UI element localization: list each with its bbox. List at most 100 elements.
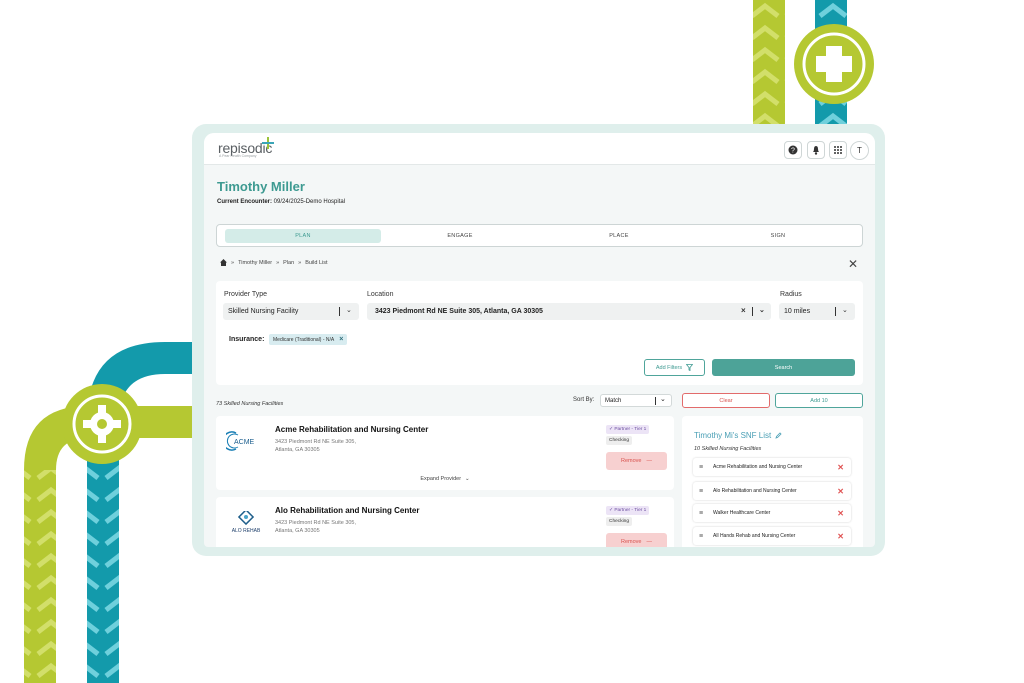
- insurance-chip: Medicare (Traditional) - N/A ×: [269, 334, 348, 345]
- provider-address-line2: Atlanta, GA 30305: [275, 447, 320, 453]
- list-item-label: Alo Rehabilitation and Nursing Center: [713, 488, 797, 494]
- chevron-down-icon: ⌄: [842, 307, 848, 314]
- logo-mark-icon: [262, 137, 274, 149]
- list-item[interactable]: ≡ Acme Rehabilitation and Nursing Center…: [693, 458, 851, 476]
- provider-address-line1: 3423 Piedmont Rd NE Suite 305,: [275, 520, 357, 526]
- drag-handle-icon[interactable]: ≡: [699, 510, 708, 517]
- provider-name[interactable]: Acme Rehabilitation and Nursing Center: [275, 425, 428, 434]
- clear-button[interactable]: Clear: [682, 393, 770, 408]
- location-label: Location: [367, 291, 394, 298]
- home-icon[interactable]: [220, 259, 227, 266]
- drag-handle-icon[interactable]: ≡: [699, 464, 708, 471]
- add-10-button[interactable]: Add 10: [775, 393, 863, 408]
- breadcrumb-separator-icon: »: [276, 259, 280, 266]
- remove-button[interactable]: Remove —: [606, 452, 667, 470]
- snf-list-panel: Timothy Mi's SNF List 10 Skilled Nursing…: [682, 416, 863, 547]
- help-button[interactable]: ?: [784, 141, 802, 159]
- close-icon[interactable]: ✕: [848, 258, 858, 270]
- drag-handle-icon[interactable]: ≡: [699, 488, 708, 495]
- apps-menu-button[interactable]: [829, 141, 847, 159]
- provider-type-select[interactable]: Skilled Nursing Facility ⌄: [223, 303, 359, 320]
- remove-item-icon[interactable]: ✕: [837, 487, 844, 496]
- sort-by-label: Sort By:: [573, 397, 595, 403]
- provider-type-value: Skilled Nursing Facility: [228, 308, 299, 315]
- chevron-down-icon: ⌄: [759, 307, 765, 314]
- svg-text:?: ?: [791, 148, 795, 155]
- breadcrumb-separator-icon: »: [298, 259, 302, 266]
- remove-item-icon[interactable]: ✕: [837, 532, 844, 541]
- insurance-chip-label: Medicare (Traditional) - N/A: [273, 336, 335, 343]
- double-chevron-down-icon: ⌄: [465, 476, 470, 482]
- screenshot-stage: repisodic A Pear Health Company ? T Timo…: [0, 0, 1024, 683]
- clear-location-icon[interactable]: ×: [741, 306, 746, 315]
- select-divider: [752, 307, 753, 316]
- alo-rehab-logo: ALO REHAB: [232, 511, 261, 534]
- acme-logo: ACME: [226, 431, 255, 451]
- top-bar: repisodic A Pear Health Company ? T: [204, 133, 875, 165]
- location-value: 3423 Piedmont Rd NE Suite 305, Atlanta, …: [375, 308, 543, 315]
- radius-value: 10 miles: [784, 308, 811, 315]
- alo-rehab-logo-text: ALO REHAB: [232, 528, 261, 534]
- help-icon: ?: [788, 145, 798, 155]
- minus-icon: —: [646, 458, 652, 464]
- edit-pencil-icon[interactable]: [775, 432, 782, 439]
- location-input[interactable]: 3423 Piedmont Rd NE Suite 305, Atlanta, …: [367, 303, 771, 320]
- encounter-label: Current Encounter:: [217, 199, 273, 205]
- tab-place[interactable]: PLACE: [541, 229, 697, 243]
- add-filters-label: Add Filters: [655, 364, 683, 371]
- remove-label: Remove: [621, 458, 642, 464]
- sort-value: Match: [605, 397, 622, 404]
- breadcrumb-build-list: Build List: [305, 259, 328, 266]
- remove-item-icon[interactable]: ✕: [837, 509, 844, 518]
- radius-label: Radius: [780, 291, 802, 298]
- provider-card: ALO REHAB Alo Rehabilitation and Nursing…: [216, 497, 674, 547]
- list-item[interactable]: ≡ Alo Rehabilitation and Nursing Center …: [693, 482, 851, 500]
- bell-icon: [813, 146, 819, 155]
- add-filters-button[interactable]: Add Filters: [644, 359, 705, 376]
- snf-list-count: 10 Skilled Nursing Facilities: [694, 446, 762, 452]
- provider-name[interactable]: Alo Rehabilitation and Nursing Center: [275, 506, 419, 515]
- status-badge: Checking: [606, 517, 632, 526]
- radius-select[interactable]: 10 miles ⌄: [779, 303, 855, 320]
- expand-provider-button[interactable]: Expand Provider ⌄: [216, 476, 674, 482]
- list-item[interactable]: ≡ Walker Healthcare Center ✕: [693, 504, 851, 522]
- provider-type-label: Provider Type: [224, 291, 268, 298]
- list-item-label: Walker Healthcare Center: [713, 510, 771, 516]
- encounter-value: 09/24/2025-Demo Hospital: [272, 199, 346, 205]
- expand-provider-label: Expand Provider: [420, 476, 462, 482]
- tab-engage[interactable]: ENGAGE: [382, 229, 538, 243]
- chevron-down-icon: ⌄: [660, 396, 666, 403]
- tab-sign[interactable]: SIGN: [700, 229, 856, 243]
- list-item[interactable]: ≡ All Hands Rehab and Nursing Center ✕: [693, 527, 851, 545]
- chevron-down-icon: ⌄: [346, 307, 352, 314]
- drag-handle-icon[interactable]: ≡: [699, 533, 708, 540]
- snf-list-title-text: Timothy Mi's SNF List: [694, 431, 772, 440]
- patient-name: Timothy Miller: [217, 179, 305, 194]
- remove-button[interactable]: Remove —: [606, 533, 667, 547]
- select-divider: [339, 307, 340, 316]
- current-encounter: Current Encounter: 09/24/2025-Demo Hospi…: [217, 199, 345, 205]
- filter-icon: [686, 364, 694, 371]
- workflow-tabs: PLAN ENGAGE PLACE SIGN: [216, 224, 863, 247]
- user-avatar[interactable]: T: [850, 141, 869, 160]
- list-item-label: All Hands Rehab and Nursing Center: [713, 533, 796, 539]
- provider-address-line2: Atlanta, GA 30305: [275, 528, 320, 534]
- breadcrumb-patient[interactable]: Timothy Miller: [238, 260, 272, 266]
- select-divider: [835, 307, 836, 316]
- sort-select[interactable]: Match ⌄: [600, 394, 672, 407]
- breadcrumb-plan[interactable]: Plan: [283, 260, 294, 266]
- remove-insurance-icon[interactable]: ×: [339, 336, 343, 343]
- breadcrumb-separator-icon: »: [231, 259, 235, 266]
- breadcrumb: » Timothy Miller » Plan » Build List: [220, 259, 328, 266]
- notifications-button[interactable]: [807, 141, 825, 159]
- snf-list-title: Timothy Mi's SNF List: [694, 431, 782, 440]
- select-divider: [655, 397, 656, 405]
- provider-address-line1: 3423 Piedmont Rd NE Suite 305,: [275, 439, 357, 445]
- logo-subtitle: A Pear Health Company: [219, 154, 257, 158]
- acme-logo-text: ACME: [234, 439, 255, 446]
- search-button[interactable]: Search: [712, 359, 855, 376]
- tab-plan[interactable]: PLAN: [225, 229, 381, 243]
- remove-item-icon[interactable]: ✕: [837, 463, 844, 472]
- insurance-label: Insurance:: [229, 336, 265, 343]
- remove-label: Remove: [621, 539, 642, 545]
